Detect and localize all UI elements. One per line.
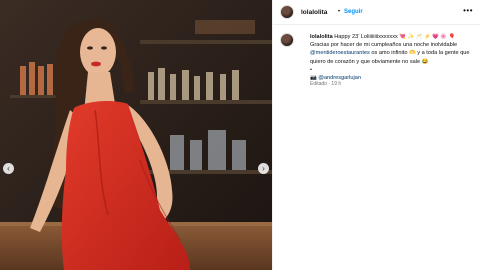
chevron-left-icon: ‹ xyxy=(7,163,10,173)
post-header: lolalolita • Seguir ••• xyxy=(273,0,480,25)
post-caption: lolalolita Happy 23’ Loliiiiiiiixxxxxxx … xyxy=(310,33,474,82)
caption-line3-emoji-2: 😂 xyxy=(421,58,429,65)
edited-label: Editado xyxy=(310,81,327,87)
meta-separator: · xyxy=(328,81,331,87)
more-options-icon[interactable]: ••• xyxy=(463,6,473,15)
author-avatar[interactable] xyxy=(280,5,294,19)
follow-button[interactable]: Seguir xyxy=(344,9,363,15)
author-username[interactable]: lolalolita xyxy=(301,9,327,16)
caption-line3-text: os amo infinito xyxy=(371,50,408,57)
caption-meta: Editado · 19 h xyxy=(310,81,341,87)
next-photo-button[interactable]: › xyxy=(258,163,269,174)
photo-illustration xyxy=(0,0,272,270)
post-sidebar: lolalolita • Seguir ••• lolalolita Happy… xyxy=(272,0,480,270)
caption-line3-emoji-1: 🫶 xyxy=(409,50,416,57)
post-photo: ‹ › xyxy=(0,0,272,270)
previous-photo-button[interactable]: ‹ xyxy=(3,163,14,174)
caption-bullet: • xyxy=(310,66,312,73)
header-separator: • xyxy=(338,9,341,15)
chevron-right-icon: › xyxy=(262,163,265,173)
caption-username[interactable]: lolalolita xyxy=(310,34,333,40)
caption-line2: Gracias por hacer de mi cumpleaños una n… xyxy=(310,42,458,49)
caption-line1-text: Happy 23’ Loliiiiiiiixxxxxxx xyxy=(334,34,398,40)
caption-line1-emojis: 💘 ✨ 🥂 ⚡ 💗 🌸 🎈 xyxy=(399,34,456,40)
post-time[interactable]: 19 h xyxy=(331,81,341,87)
caption-avatar[interactable] xyxy=(280,33,294,47)
mention-link-1[interactable]: @mentideroestaurantes xyxy=(310,50,370,56)
